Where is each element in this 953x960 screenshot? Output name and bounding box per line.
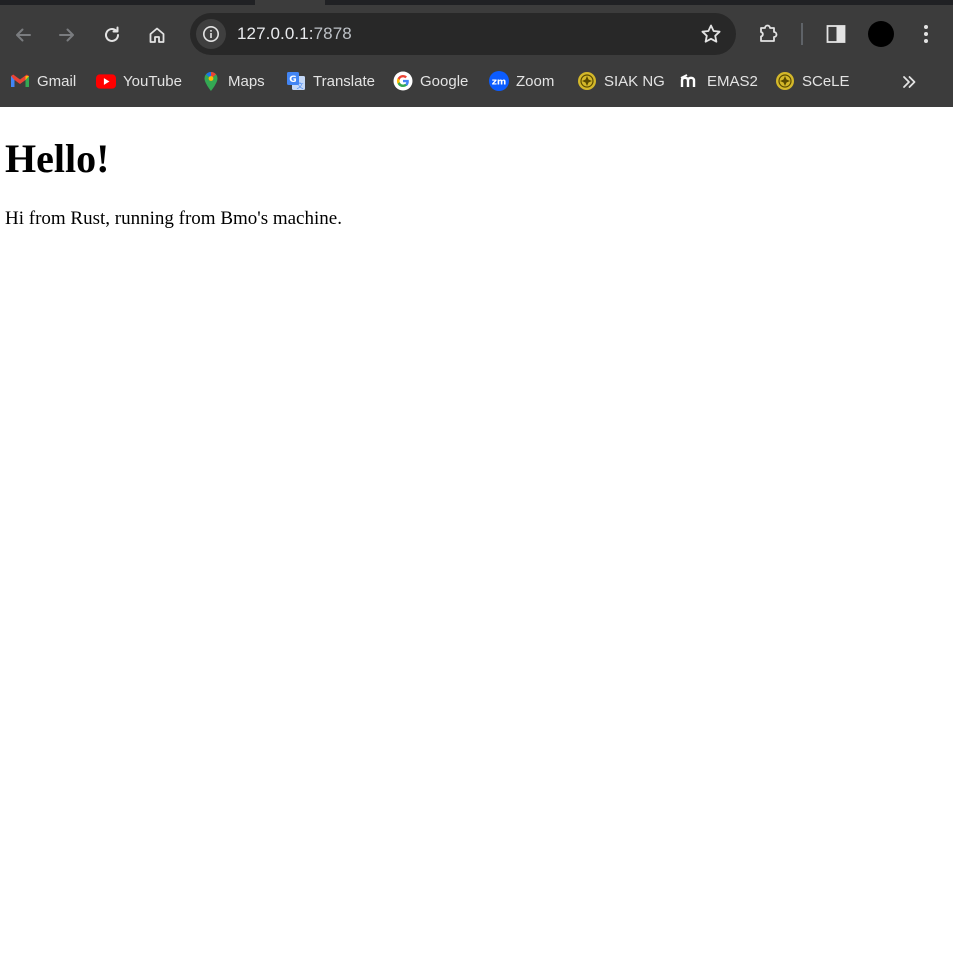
translate-icon: G 文 (286, 71, 306, 91)
bookmark-emas2[interactable]: EMAS2 (680, 69, 758, 93)
gmail-icon (10, 71, 30, 91)
bookmark-label: Gmail (37, 72, 77, 90)
info-icon (203, 26, 219, 42)
bookmark-label: Maps (228, 72, 265, 90)
bookmark-scele[interactable]: SCeLE (775, 69, 850, 93)
reload-button[interactable] (95, 18, 129, 52)
bookmark-youtube[interactable]: YouTube (96, 69, 182, 93)
bookmark-siak-ng[interactable]: SIAK NG (577, 69, 665, 93)
browser-chrome: 127.0.0.1:7878 Gmail YouTube Maps G 文 Tr… (0, 0, 953, 107)
bookmark-label: SIAK NG (604, 72, 665, 90)
svg-text:zm: zm (492, 78, 507, 88)
home-button[interactable] (140, 18, 174, 52)
bookmark-label: Translate (313, 72, 375, 90)
bookmark-star-button[interactable] (700, 23, 722, 45)
side-panel-icon (826, 25, 846, 43)
url-host: 127.0.0.1: (237, 24, 314, 43)
toolbar-divider (801, 23, 803, 45)
star-icon (701, 24, 721, 43)
page-heading: Hello! (5, 136, 110, 181)
moodle-icon (680, 71, 700, 91)
bookmark-label: EMAS2 (707, 72, 758, 90)
side-panel-button[interactable] (825, 23, 847, 50)
university-seal-icon (775, 71, 795, 91)
bookmark-maps[interactable]: Maps (201, 69, 265, 93)
address-bar[interactable]: 127.0.0.1:7878 (190, 13, 736, 55)
url-port: 7878 (313, 24, 352, 43)
bookmark-label: Zoom (516, 72, 555, 90)
university-seal-icon (577, 71, 597, 91)
bookmarks-bar: Gmail YouTube Maps G 文 Translate Google … (0, 63, 953, 99)
svg-text:文: 文 (297, 81, 304, 90)
bookmark-label: Google (420, 72, 469, 90)
youtube-icon (96, 71, 116, 91)
kebab-menu-icon (924, 25, 928, 43)
bookmark-gmail[interactable]: Gmail (10, 69, 76, 93)
site-info-button[interactable] (196, 19, 226, 49)
puzzle-icon (760, 24, 778, 42)
bookmark-translate[interactable]: G 文 Translate (286, 69, 375, 93)
zoom-icon: zm (489, 71, 509, 91)
maps-icon (201, 71, 221, 91)
google-icon (393, 71, 413, 91)
forward-button[interactable] (50, 18, 84, 52)
page-content: Hello! Hi from Rust, running from Bmo's … (0, 107, 953, 960)
back-button[interactable] (6, 18, 40, 52)
double-chevron-icon (903, 76, 916, 88)
more-bookmarks-button[interactable] (898, 71, 920, 93)
avatar[interactable] (868, 21, 894, 47)
home-icon (149, 27, 165, 43)
bookmark-label: SCeLE (802, 72, 850, 90)
page-body-text: Hi from Rust, running from Bmo's machine… (5, 208, 342, 229)
bookmark-zoom[interactable]: zm Zoom (489, 69, 554, 93)
bookmark-label: YouTube (123, 72, 182, 90)
browser-menu-button[interactable] (916, 22, 936, 51)
browser-toolbar: 127.0.0.1:7878 (0, 5, 953, 63)
bookmark-google[interactable]: Google (393, 69, 468, 93)
forward-arrow-icon (59, 28, 74, 42)
reload-icon (105, 26, 119, 42)
extensions-button[interactable] (757, 21, 781, 50)
url-text[interactable]: 127.0.0.1:7878 (237, 24, 352, 44)
back-arrow-icon (16, 28, 31, 42)
